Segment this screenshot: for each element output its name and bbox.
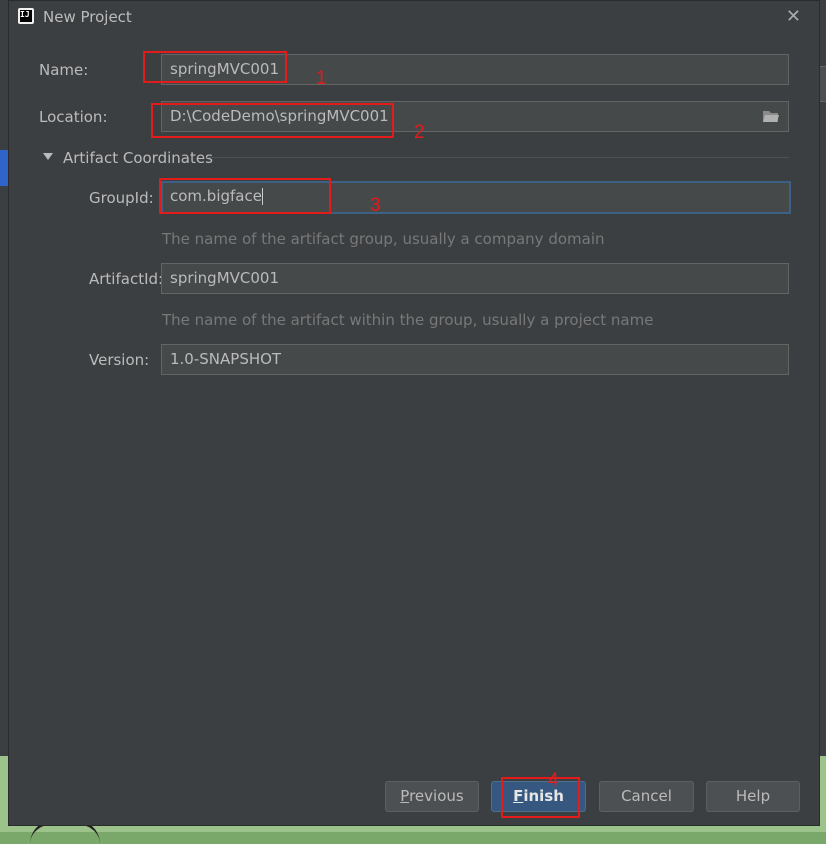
title-bar[interactable]: IJ New Project ✕	[9, 1, 819, 33]
groupid-label: GroupId:	[89, 189, 154, 207]
close-icon[interactable]: ✕	[786, 6, 801, 27]
location-value: D:\CodeDemo\springMVC001	[170, 107, 389, 125]
section-divider	[207, 157, 789, 158]
artifactid-hint: The name of the artifact within the grou…	[162, 311, 654, 329]
previous-button[interactable]: Previous	[385, 781, 479, 812]
section-title-artifact-coordinates[interactable]: Artifact Coordinates	[63, 149, 213, 167]
version-label: Version:	[89, 351, 150, 369]
location-label: Location:	[39, 108, 108, 126]
location-field[interactable]: D:\CodeDemo\springMVC001	[161, 101, 789, 132]
background-selection-stripe	[0, 150, 8, 186]
annotation-number-1: 1	[316, 68, 327, 89]
annotation-number-2: 2	[414, 122, 425, 143]
groupid-field[interactable]: com.bigface	[161, 181, 791, 214]
artifactid-field[interactable]: springMVC001	[161, 263, 789, 294]
folder-browse-icon[interactable]	[762, 108, 780, 124]
annotation-number-4: 4	[548, 770, 559, 791]
annotation-number-3: 3	[370, 195, 381, 216]
expand-triangle-icon[interactable]	[43, 153, 53, 160]
text-caret	[261, 188, 263, 205]
dialog-title: New Project	[43, 8, 132, 26]
cancel-button[interactable]: Cancel	[599, 781, 694, 812]
artifactid-label: ArtifactId:	[89, 270, 164, 288]
intellij-icon: IJ	[18, 8, 34, 24]
name-label: Name:	[39, 61, 89, 79]
groupid-hint: The name of the artifact group, usually …	[162, 230, 605, 248]
version-field[interactable]: 1.0-SNAPSHOT	[161, 344, 789, 375]
finish-button[interactable]: Finish	[491, 781, 586, 812]
name-field[interactable]: springMVC001	[161, 54, 789, 85]
groupid-value: com.bigface	[170, 187, 262, 205]
help-button[interactable]: Help	[706, 781, 800, 812]
